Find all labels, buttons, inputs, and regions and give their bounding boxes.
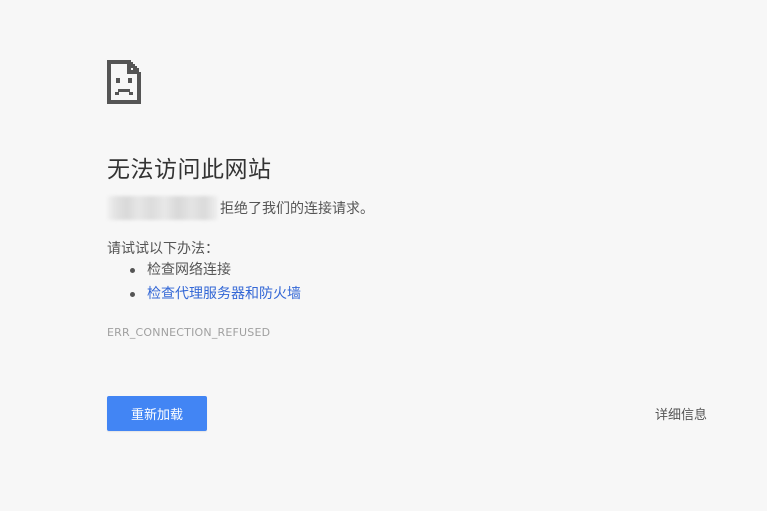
refused-message-text: 拒绝了我们的连接请求。 [220, 201, 374, 217]
error-page: 无法访问此网站 拒绝了我们的连接请求。 请试试以下办法： 检查网络连接 检查代理… [0, 0, 767, 511]
page-title: 无法访问此网站 [107, 157, 272, 183]
suggestions-list: 检查网络连接 检查代理服务器和防火墙 [107, 260, 301, 308]
suggestions-heading: 请试试以下办法： [107, 241, 219, 257]
suggestion-check-proxy-firewall-link[interactable]: 检查代理服务器和防火墙 [107, 284, 301, 308]
error-code: ERR_CONNECTION_REFUSED [107, 326, 271, 339]
sad-document-icon [107, 60, 141, 104]
redacted-hostname [107, 196, 218, 220]
reload-button[interactable]: 重新加载 [107, 396, 207, 431]
error-message: 拒绝了我们的连接请求。 [107, 196, 374, 220]
suggestion-check-network: 检查网络连接 [107, 260, 301, 284]
details-button[interactable]: 详细信息 [640, 401, 722, 425]
